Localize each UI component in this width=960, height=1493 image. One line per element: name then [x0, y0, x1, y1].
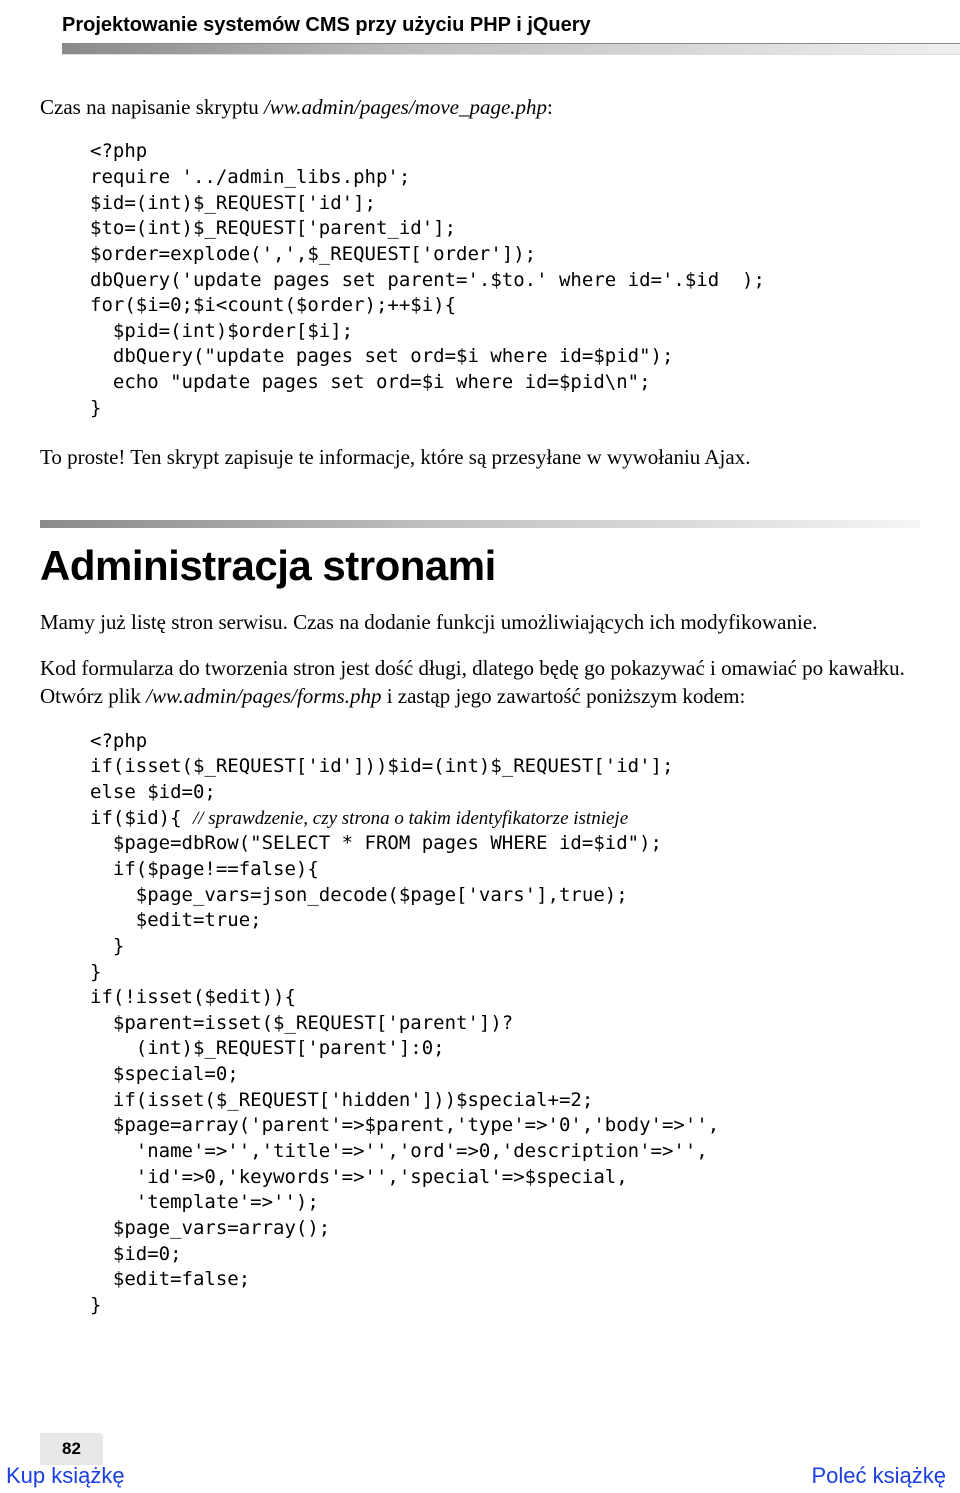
- text: i zastąp jego zawartość poniższym kodem:: [381, 684, 745, 708]
- header-title: Projektowanie systemów CMS przy użyciu P…: [62, 14, 591, 36]
- page-header: Projektowanie systemów CMS przy użyciu P…: [0, 0, 960, 65]
- code-text: $page=dbRow("SELECT * FROM pages WHERE i…: [90, 832, 719, 1316]
- code-text: <?php require '../admin_libs.php'; $id=(…: [90, 140, 765, 418]
- recommend-book-link[interactable]: Poleć książkę: [811, 1463, 946, 1489]
- page-content: Czas na napisanie skryptu /ww.admin/page…: [0, 65, 960, 1319]
- code-block-1: <?php require '../admin_libs.php'; $id=(…: [90, 139, 920, 421]
- section-rule: [40, 520, 920, 528]
- section-heading: Administracja stronami: [40, 542, 920, 590]
- file-path: /ww.admin/pages/forms.php: [146, 684, 381, 708]
- buy-book-link[interactable]: Kup książkę: [6, 1463, 125, 1489]
- file-path: /ww.admin/pages/move_page.php: [264, 95, 547, 119]
- code-block-2: <?php if(isset($_REQUEST['id']))$id=(int…: [90, 729, 920, 1319]
- paragraph-3: Mamy już listę stron serwisu. Czas na do…: [40, 608, 920, 636]
- header-rule: [62, 43, 960, 55]
- page-number: 82: [40, 1433, 103, 1465]
- paragraph-summary: To proste! Ten skrypt zapisuje te inform…: [40, 443, 920, 471]
- page-footer: 82 Kup książkę Poleć książkę: [0, 1433, 960, 1493]
- text: Czas na napisanie skryptu: [40, 95, 264, 119]
- text: :: [547, 95, 553, 119]
- paragraph-intro: Czas na napisanie skryptu /ww.admin/page…: [40, 93, 920, 121]
- code-comment: // sprawdzenie, czy strona o takim ident…: [193, 808, 628, 829]
- paragraph-4: Kod formularza do tworzenia stron jest d…: [40, 654, 920, 711]
